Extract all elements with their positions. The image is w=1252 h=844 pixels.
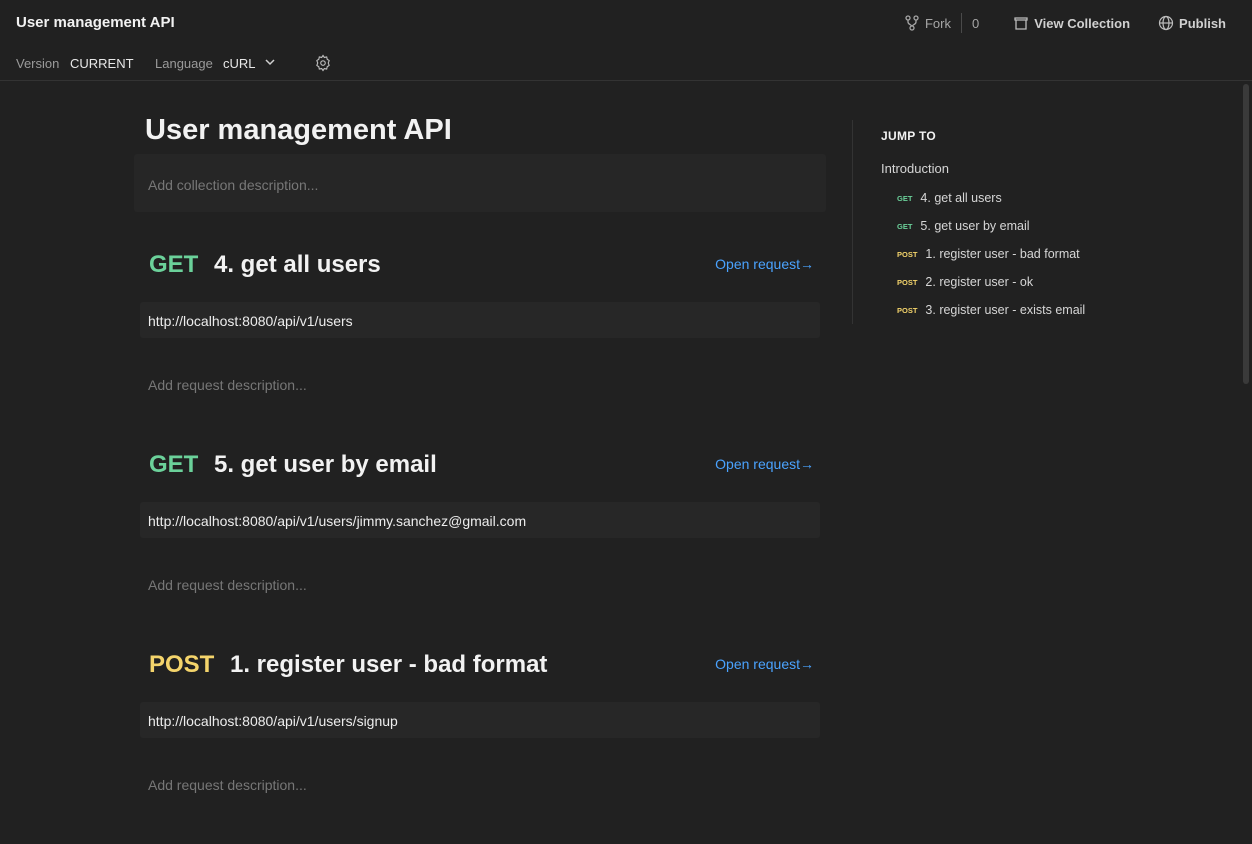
jump-to-item-label: 2. register user - ok <box>925 275 1034 289</box>
method-badge: POST <box>897 277 918 287</box>
jump-to-item[interactable]: POST 3. register user - exists email <box>897 303 1085 317</box>
collection-description-field[interactable]: Add collection description... <box>134 154 826 212</box>
request-description[interactable]: Add request description... <box>148 377 307 393</box>
jump-to-item-label: 5. get user by email <box>920 219 1030 233</box>
fork-label: Fork <box>924 15 951 31</box>
publish-button[interactable]: Publish <box>1158 15 1226 31</box>
request-url-text: http://localhost:8080/api/v1/users/signu… <box>148 713 398 729</box>
request-url-text: http://localhost:8080/api/v1/users <box>148 313 353 329</box>
view-collection-button[interactable]: View Collection <box>1013 15 1130 31</box>
collection-description-placeholder: Add collection description... <box>148 177 319 193</box>
request-description[interactable]: Add request description... <box>148 577 307 593</box>
request-title: 5. get user by email <box>214 451 437 478</box>
version-label: Version <box>16 56 60 71</box>
open-request-link[interactable]: Open request→ <box>715 256 814 272</box>
jump-to-item[interactable]: GET 5. get user by email <box>897 219 1030 233</box>
jump-to-divider <box>852 120 853 324</box>
fork-count: 0 <box>971 15 980 31</box>
jump-to-item-label: 4. get all users <box>920 191 1002 205</box>
request-url-text: http://localhost:8080/api/v1/users/jimmy… <box>148 513 527 529</box>
jump-to-item[interactable]: POST 1. register user - bad format <box>897 247 1080 261</box>
open-request-link[interactable]: Open request→ <box>715 656 814 672</box>
chevron-down-icon[interactable] <box>264 56 276 68</box>
version-value[interactable]: CURRENT <box>70 56 134 71</box>
sub-bar: Version CURRENT Language cURL <box>0 46 1252 81</box>
request-section: GET 4. get all users Open request→ http:… <box>140 251 820 393</box>
request-url[interactable]: http://localhost:8080/api/v1/users/jimmy… <box>140 502 820 538</box>
language-select[interactable]: cURL <box>223 56 256 71</box>
language-label: Language <box>155 56 213 71</box>
request-title: 1. register user - bad format <box>230 651 548 678</box>
jump-to-introduction[interactable]: Introduction <box>881 161 949 176</box>
request-section: GET 5. get user by email Open request→ h… <box>140 451 820 593</box>
request-description[interactable]: Add request description... <box>148 777 307 793</box>
request-url[interactable]: http://localhost:8080/api/v1/users <box>140 302 820 338</box>
scrollbar-thumb[interactable] <box>1243 84 1249 384</box>
jump-to-title: JUMP TO <box>881 129 937 143</box>
method-badge: POST <box>897 249 918 259</box>
top-bar: User management API Fork 0 View Collecti… <box>0 0 1252 46</box>
method-badge: GET <box>897 221 913 231</box>
jump-to-item-label: 3. register user - exists email <box>925 303 1086 317</box>
request-title: 4. get all users <box>214 251 381 278</box>
fork-button[interactable]: Fork <box>905 15 951 31</box>
gear-icon[interactable] <box>314 54 332 72</box>
page-title: User management API <box>145 114 452 146</box>
request-url[interactable]: http://localhost:8080/api/v1/users/signu… <box>140 702 820 738</box>
jump-to-item[interactable]: POST 2. register user - ok <box>897 275 1033 289</box>
view-collection-label: View Collection <box>1034 15 1131 31</box>
open-request-link[interactable]: Open request→ <box>715 456 814 472</box>
top-actions: Fork 0 View Collection Publish <box>905 12 1226 34</box>
collection-icon <box>1014 17 1028 30</box>
jump-to-item[interactable]: GET 4. get all users <box>897 191 1002 205</box>
divider <box>960 13 962 33</box>
publish-label: Publish <box>1179 15 1226 31</box>
globe-icon <box>1158 15 1174 31</box>
request-section: POST 1. register user - bad format Open … <box>140 651 820 793</box>
method-badge: POST <box>897 305 918 315</box>
request-method: GET <box>149 451 199 478</box>
method-badge: GET <box>897 193 913 203</box>
fork-icon <box>905 15 919 31</box>
app-title: User management API <box>16 14 175 31</box>
request-method: POST <box>149 651 215 678</box>
request-method: GET <box>149 251 199 278</box>
jump-to-item-label: 1. register user - bad format <box>925 247 1080 261</box>
